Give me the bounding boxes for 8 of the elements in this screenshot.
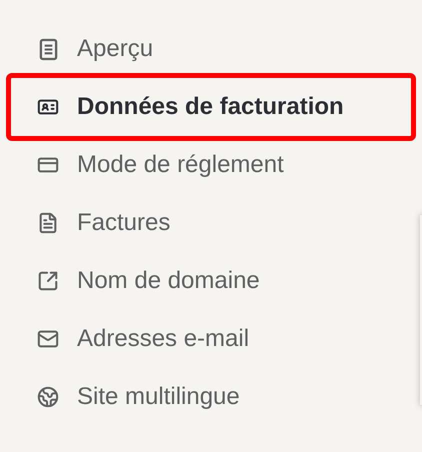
menu-item[interactable]: Adresses e-mail [0,310,422,368]
menu-item[interactable]: Nom de domaine [0,252,422,310]
menu-item[interactable]: Site multilingue [0,368,422,426]
external-link-icon [36,270,60,292]
envelope-icon [36,328,60,350]
menu-item[interactable]: Données de facturation [6,73,416,141]
globe-icon [36,386,60,408]
menu-item[interactable]: Factures [0,194,422,252]
